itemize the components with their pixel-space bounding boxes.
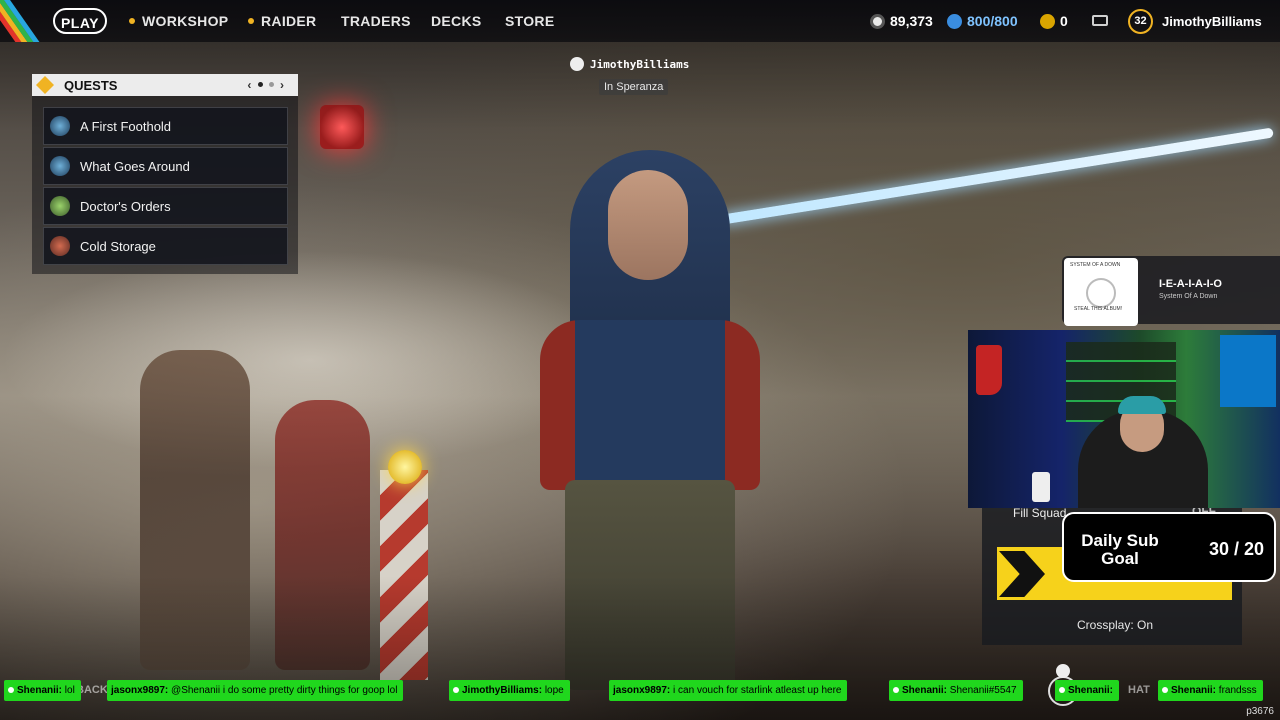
profile-username[interactable]: JimothyBilliams — [1162, 14, 1262, 29]
sub-goal-value: 30 / 20 — [1208, 539, 1264, 559]
corner-id: p3676 — [1246, 706, 1274, 717]
album-art-title: STEAL THIS ALBUM! — [1074, 306, 1123, 312]
mail-icon[interactable] — [1092, 15, 1108, 26]
quest-globe-icon — [50, 116, 70, 136]
crossplay-status: Crossplay: On — [1077, 618, 1154, 632]
player-nameplate: JimothyBilliams — [570, 57, 689, 71]
chat-user: Shenanii: — [1068, 685, 1114, 696]
play-button[interactable]: PLAY — [53, 8, 107, 34]
nav-store[interactable]: STORE — [505, 13, 554, 29]
quest-item-label: What Goes Around — [80, 159, 190, 174]
nav-traders[interactable]: TRADERS — [341, 13, 411, 29]
poster — [1220, 335, 1276, 407]
currency-raider-tokens-value: 800/800 — [967, 13, 1018, 29]
quest-item[interactable]: A First Foothold — [43, 107, 288, 145]
chat-text: lope — [544, 685, 564, 696]
chat-message: jasonx9897: i can vouch for starlink atl… — [609, 680, 848, 701]
chat-message: jasonx9897: @Shenanii i do some pretty d… — [107, 680, 404, 701]
quest-globe-icon — [50, 156, 70, 176]
now-playing-widget: SYSTEM OF A DOWN STEAL THIS ALBUM! I-E-A… — [1062, 256, 1280, 326]
player-location-tag: In Speranza — [599, 79, 669, 95]
crown-icon — [1056, 664, 1070, 678]
quests-pager: ‹ › — [247, 78, 284, 92]
album-art: SYSTEM OF A DOWN STEAL THIS ALBUM! — [1064, 258, 1138, 326]
pager-prev-button[interactable]: ‹ — [247, 78, 251, 92]
nav-raider[interactable]: RAIDER — [248, 13, 316, 29]
chat-badge-icon — [1059, 687, 1065, 693]
nav-raider-label: RAIDER — [261, 13, 317, 29]
quest-list: A First Foothold What Goes Around Doctor… — [43, 107, 288, 267]
quest-item-label: A First Foothold — [80, 119, 172, 134]
quests-title: QUESTS — [64, 78, 118, 93]
quest-medic-icon — [50, 196, 70, 216]
christmas-stocking — [976, 345, 1002, 395]
chat-message: Shenanii: frandsss — [1158, 680, 1263, 701]
nav-workshop[interactable]: WORKSHOP — [129, 13, 228, 29]
daily-sub-goal: Daily Sub Goal 30 / 20 — [1062, 512, 1276, 582]
notification-dot-icon — [248, 18, 254, 24]
album-art-band: SYSTEM OF A DOWN — [1070, 262, 1121, 268]
quest-storage-icon — [50, 236, 70, 256]
quest-diamond-icon — [36, 76, 54, 94]
now-playing-song: I-E-A-I-A-I-O — [1159, 278, 1222, 290]
currency-gold-value: 0 — [1060, 13, 1068, 29]
quest-item-label: Doctor's Orders — [80, 199, 171, 214]
streamer-cap — [1118, 396, 1166, 414]
quests-header: QUESTS ‹ › — [32, 74, 298, 96]
gold-icon — [1040, 14, 1055, 29]
nav-workshop-label: WORKSHOP — [142, 13, 229, 29]
chat-badge-icon — [8, 687, 14, 693]
currency-coins: 89,373 — [870, 13, 933, 29]
chat-badge-icon — [893, 687, 899, 693]
chat-message: Shenanii: lol — [4, 680, 81, 701]
currency-raider-tokens: 800/800 — [947, 13, 1018, 29]
webcam-overlay — [968, 330, 1280, 508]
quest-item[interactable]: What Goes Around — [43, 147, 288, 185]
quests-panel: QUESTS ‹ › A First Foothold What Goes Ar… — [32, 74, 298, 274]
notification-dot-icon — [129, 18, 135, 24]
rainbow-stripes-logo — [0, 0, 46, 42]
quest-item-label: Cold Storage — [80, 239, 156, 254]
chat-user: Shenanii: — [902, 685, 948, 696]
player-nameplate-name: JimothyBilliams — [590, 58, 690, 71]
pager-dot-icon — [268, 82, 274, 87]
chat-message: Shenanii: — [1055, 680, 1120, 701]
chevron-right-icon — [999, 551, 1045, 597]
chat-user: jasonx9897: — [613, 685, 671, 696]
chat-message: Shenanii: Shenanii#5547 — [889, 680, 1023, 701]
chat-message: JimothyBilliams: lope — [449, 680, 570, 701]
top-nav-bar: PLAY WORKSHOP RAIDER TRADERS DECKS STORE… — [0, 0, 1280, 42]
chat-text: frandsss — [1218, 685, 1257, 696]
chat-text: lol — [64, 685, 75, 696]
chat-ticker: Shenanii: lol jasonx9897: @Shenanii i do… — [0, 678, 1280, 720]
chat-text: Shenanii#5547 — [949, 685, 1017, 696]
pager-next-button[interactable]: › — [280, 78, 284, 92]
chat-user: Shenanii: — [17, 685, 63, 696]
nav-decks[interactable]: DECKS — [431, 13, 482, 29]
pager-dot-icon — [257, 82, 263, 87]
now-playing-artist: System Of A Down — [1159, 293, 1218, 300]
phone — [1032, 472, 1050, 502]
quest-item[interactable]: Cold Storage — [43, 227, 288, 265]
chat-user: Shenanii: — [1171, 685, 1217, 696]
currency-coins-value: 89,373 — [890, 13, 933, 29]
chat-badge-icon — [1162, 687, 1168, 693]
chat-user: jasonx9897: — [111, 685, 169, 696]
currency-gold: 0 — [1040, 13, 1068, 29]
fill-squad-label[interactable]: Fill Squad — [1013, 506, 1066, 520]
crown-icon — [570, 57, 584, 71]
player-level-badge[interactable]: 32 — [1128, 9, 1153, 34]
chat-text: i can vouch for starlink atleast up here — [673, 685, 842, 696]
cd-disc-icon — [1086, 278, 1116, 308]
raider-token-icon — [947, 14, 962, 29]
chat-user: JimothyBilliams: — [462, 685, 543, 696]
chat-badge-icon — [453, 687, 459, 693]
sub-goal-title: Daily Sub Goal — [1081, 531, 1159, 568]
chat-text: @Shenanii i do some pretty dirty things … — [171, 685, 398, 696]
coin-icon — [870, 14, 885, 29]
quest-item[interactable]: Doctor's Orders — [43, 187, 288, 225]
